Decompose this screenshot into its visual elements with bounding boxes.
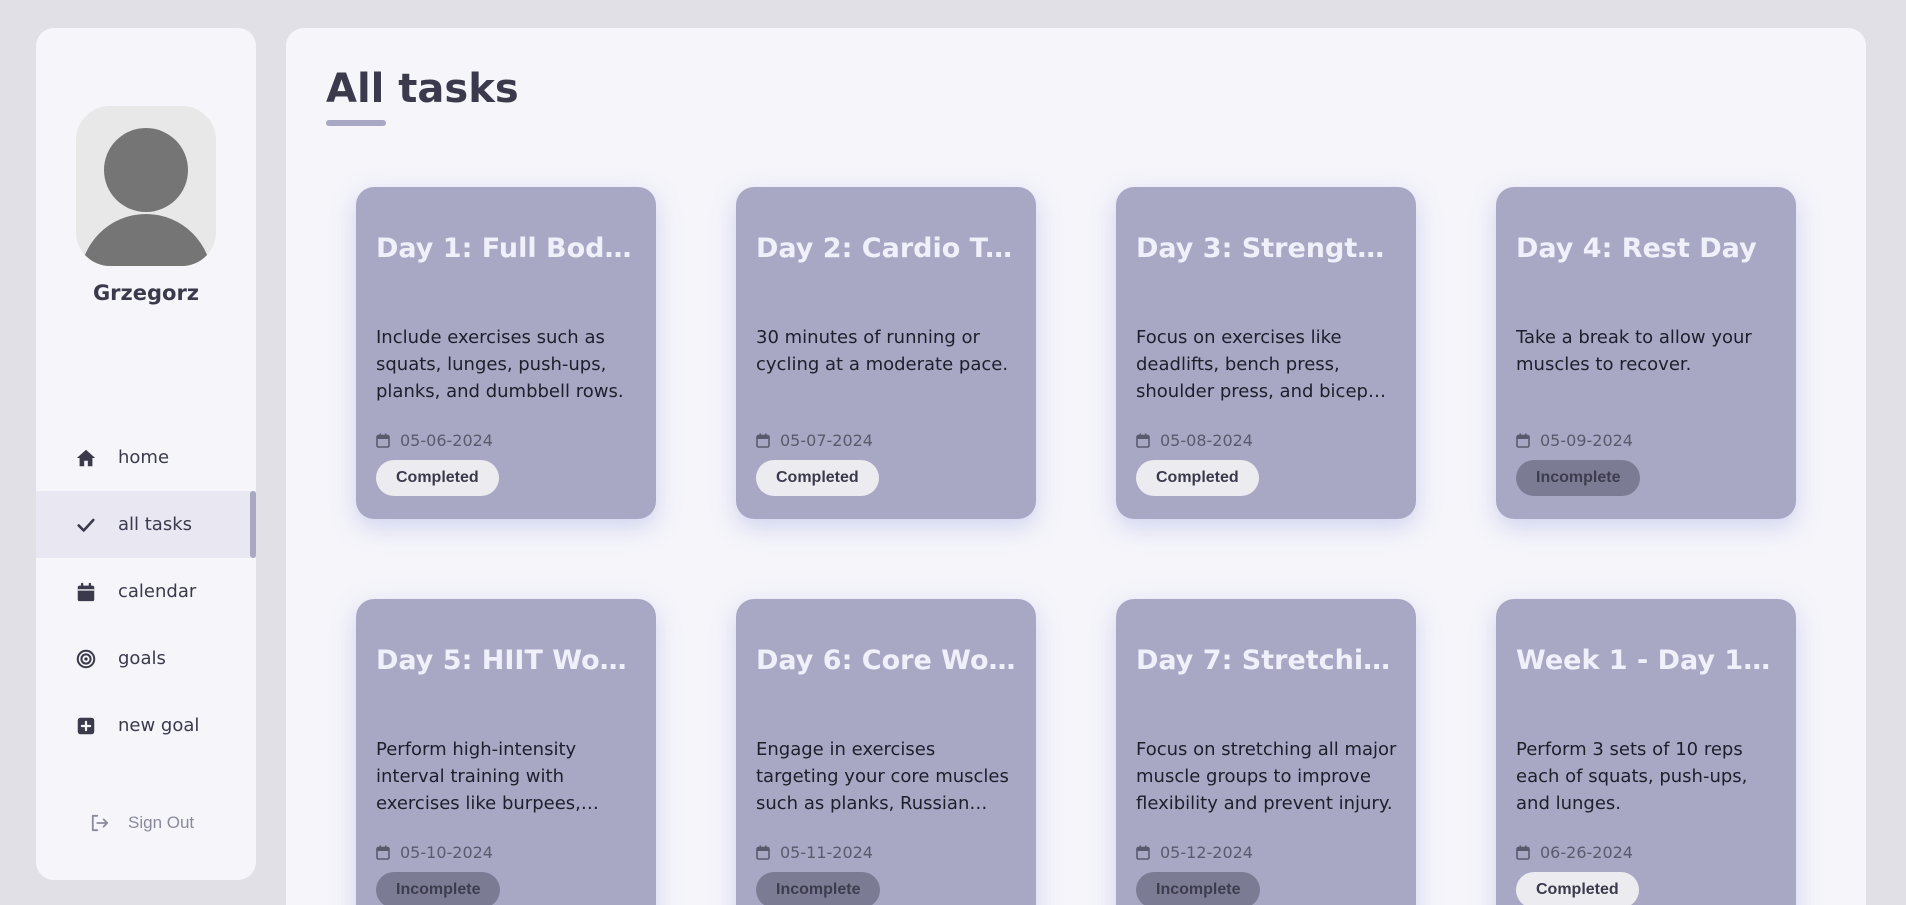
- page-title: All tasks: [326, 66, 519, 112]
- title-underline: [326, 120, 386, 126]
- task-date: 05-11-2024: [756, 843, 873, 862]
- task-date-text: 06-26-2024: [1540, 843, 1633, 862]
- task-date: 05-12-2024: [1136, 843, 1253, 862]
- task-description: Perform high-intensity interval training…: [376, 739, 599, 814]
- check-icon: [74, 513, 98, 537]
- task-title: Day 1: Full Body …: [376, 233, 638, 264]
- status-badge[interactable]: Completed: [376, 460, 499, 496]
- task-description: Focus on exercises like deadlifts, bench…: [1136, 327, 1386, 402]
- target-icon: [74, 647, 98, 671]
- sidebar-item-label: calendar: [118, 581, 197, 602]
- task-description: Focus on stretching all major muscle gro…: [1136, 739, 1397, 814]
- sidebar-item-label: home: [118, 447, 170, 468]
- task-date: 06-26-2024: [1516, 843, 1633, 862]
- sidebar-item-label: all tasks: [118, 514, 193, 535]
- task-card[interactable]: Day 5: HIIT Work… Perform high-intensity…: [356, 599, 656, 905]
- task-card[interactable]: Day 4: Rest Day Take a break to allow yo…: [1496, 187, 1796, 519]
- task-title: Day 6: Core Wor…: [756, 645, 1018, 676]
- task-date-text: 05-09-2024: [1540, 431, 1633, 450]
- task-card[interactable]: Day 2: Cardio Tra… 30 minutes of running…: [736, 187, 1036, 519]
- task-description: Take a break to allow your muscles to re…: [1516, 327, 1752, 375]
- task-card[interactable]: Day 1: Full Body … Include exercises suc…: [356, 187, 656, 519]
- sidebar-item-all-tasks[interactable]: all tasks: [36, 491, 256, 558]
- task-date: 05-10-2024: [376, 843, 493, 862]
- main-panel: All tasks Day 1: Full Body … Include exe…: [286, 28, 1866, 905]
- task-date: 05-09-2024: [1516, 431, 1633, 450]
- sidebar-item-label: goals: [118, 648, 166, 669]
- task-title: Day 5: HIIT Work…: [376, 645, 638, 676]
- calendar-icon: [1516, 845, 1530, 860]
- task-title: Day 3: Strength T…: [1136, 233, 1398, 264]
- status-badge[interactable]: Incomplete: [756, 872, 881, 905]
- task-card[interactable]: Day 6: Core Wor… Engage in exercises tar…: [736, 599, 1036, 905]
- sidebar-item-label: new goal: [118, 715, 200, 736]
- task-description: Perform 3 sets of 10 reps each of squats…: [1516, 739, 1748, 814]
- status-badge[interactable]: Completed: [756, 460, 879, 496]
- task-date-text: 05-08-2024: [1160, 431, 1253, 450]
- task-description: Include exercises such as squats, lunges…: [376, 327, 624, 402]
- task-title: Day 2: Cardio Tra…: [756, 233, 1018, 264]
- task-description: Engage in exercises targeting your core …: [756, 739, 1009, 814]
- sidebar-item-home[interactable]: home: [36, 424, 256, 491]
- task-date-text: 05-06-2024: [400, 431, 493, 450]
- username: Grzegorz: [92, 281, 200, 305]
- calendar-icon: [376, 845, 390, 860]
- calendar-icon: [376, 433, 390, 448]
- task-date: 05-07-2024: [756, 431, 873, 450]
- status-badge[interactable]: Completed: [1516, 872, 1639, 905]
- calendar-icon: [74, 580, 98, 604]
- sidebar: Grzegorz home all tasks calendar goals n…: [36, 28, 256, 880]
- task-description: 30 minutes of running or cycling at a mo…: [756, 327, 1009, 375]
- sidebar-item-goals[interactable]: goals: [36, 625, 256, 692]
- task-date-text: 05-11-2024: [780, 843, 873, 862]
- task-date: 05-06-2024: [376, 431, 493, 450]
- task-date-text: 05-07-2024: [780, 431, 873, 450]
- task-title: Week 1 - Day 1: S…: [1516, 645, 1778, 676]
- status-badge[interactable]: Incomplete: [1516, 460, 1641, 496]
- calendar-icon: [1136, 433, 1150, 448]
- task-card[interactable]: Day 3: Strength T… Focus on exercises li…: [1116, 187, 1416, 519]
- task-card[interactable]: Day 7: Stretching… Focus on stretching a…: [1116, 599, 1416, 905]
- status-badge[interactable]: Incomplete: [1136, 872, 1261, 905]
- status-badge[interactable]: Incomplete: [376, 872, 501, 905]
- task-title: Day 4: Rest Day: [1516, 233, 1757, 264]
- calendar-icon: [1516, 433, 1530, 448]
- status-badge[interactable]: Completed: [1136, 460, 1259, 496]
- avatar[interactable]: [76, 106, 216, 266]
- sidebar-item-new-goal[interactable]: new goal: [36, 692, 256, 759]
- plus-square-icon: [74, 714, 98, 738]
- sidebar-item-calendar[interactable]: calendar: [36, 558, 256, 625]
- task-date: 05-08-2024: [1136, 431, 1253, 450]
- home-icon: [74, 446, 98, 470]
- sidebar-nav: home all tasks calendar goals new goal: [36, 424, 256, 759]
- calendar-icon: [756, 433, 770, 448]
- sign-out-icon: [91, 814, 109, 832]
- calendar-icon: [1136, 845, 1150, 860]
- task-title: Day 7: Stretching…: [1136, 645, 1398, 676]
- avatar-body: [80, 214, 212, 266]
- task-card[interactable]: Week 1 - Day 1: S… Perform 3 sets of 10 …: [1496, 599, 1796, 905]
- sign-out-button[interactable]: Sign Out: [90, 813, 194, 833]
- sign-out-label: Sign Out: [128, 813, 195, 832]
- task-date-text: 05-10-2024: [400, 843, 493, 862]
- task-date-text: 05-12-2024: [1160, 843, 1253, 862]
- calendar-icon: [756, 845, 770, 860]
- avatar-head: [104, 128, 188, 212]
